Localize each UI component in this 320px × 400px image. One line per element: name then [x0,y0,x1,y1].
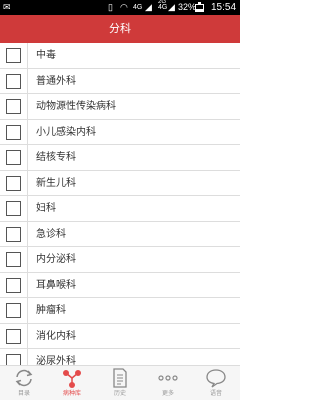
row-divider [27,247,28,272]
sim-type-label: 2G [158,0,167,5]
department-checkbox[interactable] [6,175,21,191]
list-item[interactable]: 小儿感染内科 [0,119,240,145]
department-checkbox[interactable] [6,328,21,344]
more-dots-icon [157,368,179,388]
signal-icon-2: ◢ [168,2,175,12]
department-label: 普通外科 [36,75,76,87]
row-divider [27,145,28,170]
chat-bubble-icon [205,368,227,388]
refresh-icon [13,368,35,388]
battery-fill [196,9,203,11]
list-item[interactable]: 耳鼻喉科 [0,272,240,298]
department-label: 消化内科 [36,330,76,342]
battery-icon [195,2,204,12]
department-checkbox[interactable] [6,124,21,140]
department-label: 结核专科 [36,152,76,163]
department-checkbox[interactable] [6,99,21,114]
row-divider [27,323,28,348]
department-checkbox[interactable] [6,201,21,216]
tab-label: 语音 [209,390,222,397]
department-label: 泌尿外科 [36,356,76,365]
list-item[interactable]: 结核专科 [0,145,240,171]
share-nodes-icon [61,368,83,388]
list-item[interactable]: 普通外科 [0,68,240,94]
battery-percent: 32% [178,2,197,12]
tab-label: 更多 [161,390,174,397]
list-item[interactable]: 中毒 [0,43,240,69]
department-label: 中毒 [36,50,56,61]
tab-label: 目录 [17,390,30,397]
notification-icon: ✉ [3,2,11,12]
list-item[interactable]: 妇科 [0,196,240,222]
row-divider [27,43,28,68]
department-label: 耳鼻喉科 [36,279,76,291]
department-label: 新生儿科 [36,177,76,189]
wifi-icon: ◠ [120,2,128,12]
department-checkbox[interactable] [6,354,21,365]
bottom-navigation: 目录 病种库 历史 更多 语音 [0,365,240,400]
tab-disease-library[interactable]: 病种库 [48,366,96,400]
department-label: 内分泌科 [36,254,76,265]
row-divider [27,170,28,195]
department-checkbox[interactable] [6,303,21,318]
document-icon [109,368,131,388]
department-label: 肿瘤科 [36,305,66,316]
department-label: 妇科 [36,203,56,214]
row-divider [27,298,28,323]
row-divider [27,119,28,144]
row-divider [27,196,28,221]
tab-label: 历史 [113,390,126,397]
department-checkbox[interactable] [6,226,21,242]
department-checkbox[interactable] [6,277,21,293]
department-label: 急诊科 [36,228,66,240]
list-item[interactable]: 内分泌科 [0,247,240,273]
vibrate-icon: ▯ [108,2,113,12]
list-item[interactable]: 肿瘤科 [0,298,240,324]
status-bar: ✉ ▯ ◠ 4G ◢ 4G 2G ◢ 32% 15:54 [0,0,240,15]
department-checkbox[interactable] [6,48,21,63]
department-checkbox[interactable] [6,73,21,89]
row-divider [27,272,28,297]
department-checkbox[interactable] [6,150,21,165]
tab-catalog[interactable]: 目录 [0,366,48,400]
row-divider [27,349,28,365]
tab-voice[interactable]: 语音 [192,366,240,400]
department-label: 动物源性传染病科 [36,101,116,112]
tab-history[interactable]: 历史 [96,366,144,400]
list-item[interactable]: 动物源性传染病科 [0,94,240,120]
clock: 15:54 [211,2,237,13]
list-item[interactable]: 新生儿科 [0,170,240,196]
list-item[interactable]: 消化内科 [0,323,240,349]
network-type-label: 4G [133,4,143,11]
list-item[interactable]: 急诊科 [0,221,240,247]
page-title: 分科 [0,15,240,43]
tab-label: 病种库 [62,390,81,397]
department-checkbox[interactable] [6,252,21,267]
tab-more[interactable]: 更多 [144,366,192,400]
row-divider [27,221,28,246]
row-divider [27,94,28,119]
row-divider [27,68,28,93]
department-list: 中毒普通外科动物源性传染病科 小儿感染内科 结核专科新生儿科妇科急诊科内分泌科耳鼻喉… [0,43,240,365]
list-item[interactable]: 泌尿外科 [0,349,240,365]
signal-icon: ◢ [145,2,152,12]
department-label: 小儿感染内科 [36,126,96,138]
